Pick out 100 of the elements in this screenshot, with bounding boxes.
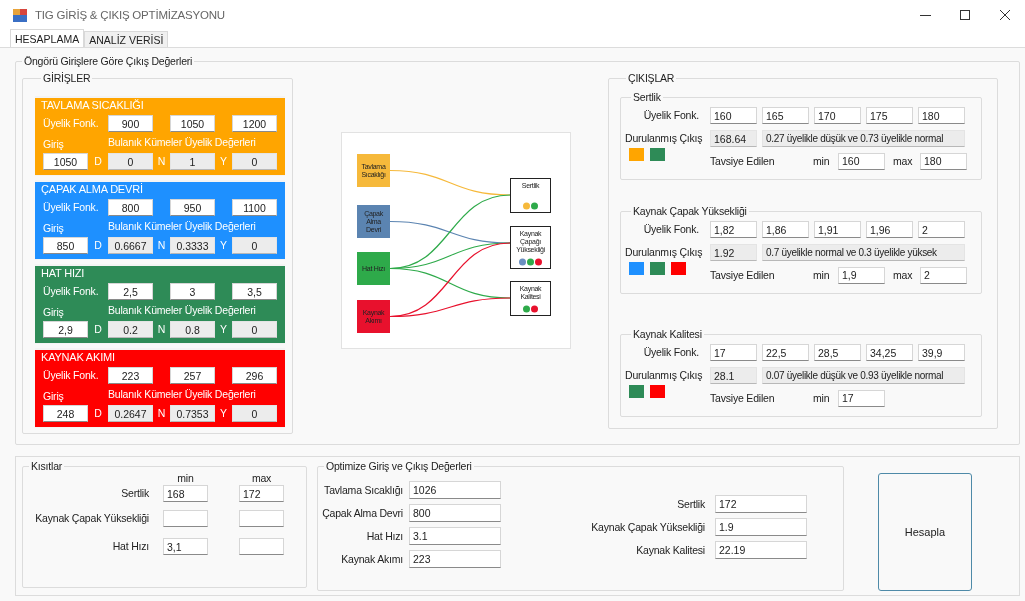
input-field[interactable]: 39,9 [918, 344, 965, 361]
readonly-field[interactable]: 1 [170, 153, 215, 170]
readonly-field[interactable]: 28.1 [710, 367, 757, 384]
readonly-field[interactable]: 168.64 [710, 130, 757, 147]
field-label: Çapak Alma Devri [321, 506, 403, 521]
field-label: Kaynak Akımı [340, 552, 403, 567]
input-field[interactable] [239, 538, 284, 555]
field-label: Bulanık Kümeler Üyelik Değerleri [108, 136, 257, 149]
tab[interactable]: HESAPLAMA [10, 29, 85, 47]
readonly-field[interactable]: 0.07 üyelikle düşük ve 0.93 üyelikle normal [762, 367, 965, 384]
input-field[interactable]: 160 [710, 107, 757, 124]
group-title: GİRİŞLER [42, 72, 92, 85]
input-field[interactable]: 17 [710, 344, 757, 361]
input-field[interactable] [163, 510, 208, 527]
input-field[interactable]: 2 [920, 266, 967, 284]
panel-title: HAT HIZI [40, 266, 85, 280]
readonly-field[interactable]: 0.27 üyelikle düşük ve 0.73 üyelikle normal [762, 130, 965, 147]
input-field[interactable]: 3,5 [232, 283, 277, 300]
input-field[interactable]: 34,25 [866, 344, 913, 361]
field-label: Bulanık Kümeler Üyelik Değerleri [108, 304, 257, 317]
close-icon [1000, 10, 1010, 20]
field-label: Tavsiye Edilen [710, 155, 776, 167]
input-field[interactable]: 800 [409, 504, 501, 522]
input-field[interactable]: 165 [762, 107, 809, 124]
input-field[interactable]: 1,91 [814, 221, 861, 238]
input-field[interactable]: 17 [838, 389, 885, 407]
input-field[interactable]: 180 [918, 107, 965, 124]
field-label: min [813, 155, 831, 167]
readonly-field[interactable]: 0 [108, 153, 153, 170]
readonly-field[interactable]: 1.92 [710, 244, 757, 261]
field-label: N [156, 322, 167, 337]
input-field[interactable]: 168 [163, 485, 208, 502]
readonly-field[interactable]: 0.7353 [170, 405, 215, 422]
field-label: D [93, 406, 103, 421]
input-field[interactable]: 257 [170, 367, 215, 384]
readonly-field[interactable]: 0 [232, 153, 277, 170]
input-field[interactable]: 1200 [232, 115, 277, 132]
input-field[interactable]: 2,9 [43, 321, 88, 338]
input-field[interactable]: 223 [409, 550, 501, 568]
input-field[interactable]: 2 [918, 221, 965, 238]
input-field[interactable]: 180 [920, 152, 967, 170]
field-label: Üyelik Fonk. [642, 222, 700, 237]
tab[interactable]: ANALİZ VERİSİ [84, 31, 169, 47]
input-field[interactable] [239, 510, 284, 527]
readonly-field[interactable]: 0.2647 [108, 405, 153, 422]
input-field[interactable]: 900 [108, 115, 153, 132]
field-label: Giriş [43, 389, 65, 401]
field-label: Kaynak Kalitesi [635, 543, 705, 558]
field-label: Tavsiye Edilen [710, 392, 776, 404]
input-field[interactable]: 1026 [409, 481, 501, 499]
field-label: Y [219, 406, 228, 421]
field-label: D [93, 238, 103, 253]
calculate-button[interactable]: Hesapla [878, 473, 972, 591]
input-field[interactable]: 1,82 [710, 221, 757, 238]
readonly-field[interactable]: 0.2 [108, 321, 153, 338]
field-label: max [893, 155, 914, 167]
column-header: max [250, 473, 273, 483]
input-field[interactable]: 1.9 [715, 518, 807, 536]
readonly-field[interactable]: 0 [232, 405, 277, 422]
input-field[interactable]: 170 [814, 107, 861, 124]
input-field[interactable]: 22.19 [715, 541, 807, 559]
field-label: D [93, 322, 103, 337]
input-field[interactable]: 3,1 [163, 538, 208, 555]
input-field[interactable]: 160 [838, 152, 885, 170]
field-label: Tavlama Sıcaklığı [323, 483, 403, 498]
input-field[interactable]: 175 [866, 107, 913, 124]
input-field[interactable]: 3.1 [409, 527, 501, 545]
readonly-field[interactable]: 0.7 üyelikle normal ve 0.3 üyelikle yüksek [762, 244, 965, 261]
input-field[interactable]: 248 [43, 405, 88, 422]
input-field[interactable]: 3 [170, 283, 215, 300]
field-label: Durulanmış Çıkış [625, 368, 704, 383]
input-field[interactable]: 296 [232, 367, 277, 384]
readonly-field[interactable]: 0 [232, 321, 277, 338]
input-field[interactable]: 1,9 [838, 266, 885, 284]
field-label: Giriş [43, 305, 65, 317]
readonly-field[interactable]: 0.3333 [170, 237, 215, 254]
input-field[interactable]: 2,5 [108, 283, 153, 300]
readonly-field[interactable]: 0 [232, 237, 277, 254]
field-label: Hat Hızı [111, 539, 150, 554]
input-field[interactable]: 950 [170, 199, 215, 216]
readonly-field[interactable]: 0.8 [170, 321, 215, 338]
input-field[interactable]: 28,5 [814, 344, 861, 361]
input-field[interactable]: 172 [239, 485, 284, 502]
field-label: Durulanmış Çıkış [625, 131, 704, 146]
input-field[interactable]: 223 [108, 367, 153, 384]
group-title: Kısıtlar [30, 460, 64, 473]
input-field[interactable]: 850 [43, 237, 88, 254]
field-label: Üyelik Fonk. [43, 200, 100, 215]
input-field[interactable]: 172 [715, 495, 807, 513]
input-field[interactable]: 22,5 [762, 344, 809, 361]
group-title: Sertlik [632, 91, 662, 104]
readonly-field[interactable]: 0.6667 [108, 237, 153, 254]
input-field[interactable]: 1050 [170, 115, 215, 132]
field-label: Y [219, 154, 228, 169]
input-field[interactable]: 1050 [43, 153, 88, 170]
input-field[interactable]: 1100 [232, 199, 277, 216]
input-field[interactable]: 800 [108, 199, 153, 216]
input-field[interactable]: 1,96 [866, 221, 913, 238]
input-field[interactable]: 1,86 [762, 221, 809, 238]
field-label: Y [219, 322, 228, 337]
